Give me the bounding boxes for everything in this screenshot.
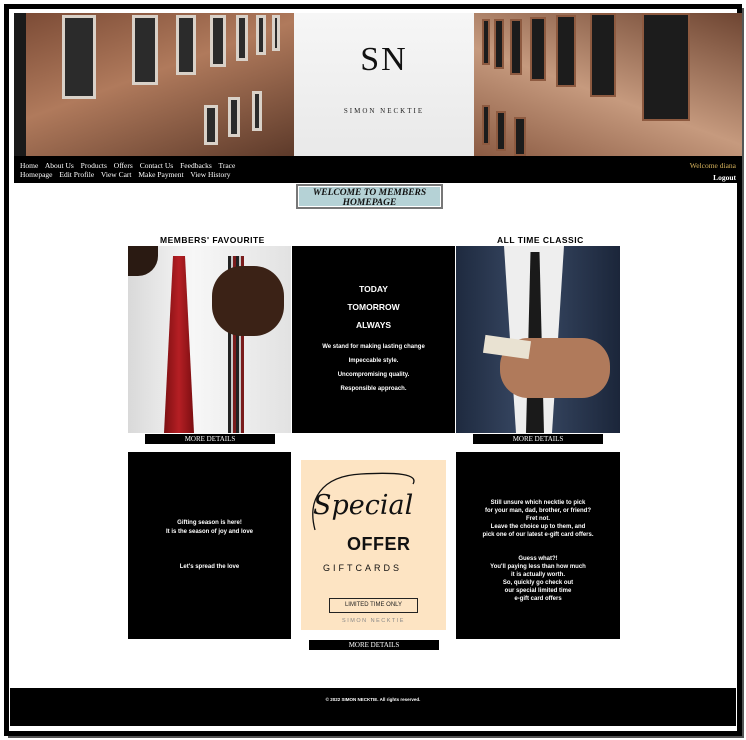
value-line-today: TODAY — [359, 284, 388, 294]
more-details-button[interactable]: MORE DETAILS — [473, 434, 603, 444]
promo-text-line: Fret not. — [526, 516, 550, 522]
nav-row-member: Homepage Edit Profile View Cart Make Pay… — [20, 170, 236, 179]
promo-text-line: Leave the choice up to them, and — [490, 524, 586, 530]
logo-area: SN SIMON NECKTIE — [294, 13, 474, 156]
window — [556, 15, 576, 87]
window — [132, 15, 158, 85]
promo-text-line: You'll paying less than how much — [490, 564, 586, 570]
promo-text-line: pick one of our latest e-gift card offer… — [482, 532, 594, 538]
logout-link[interactable]: Logout — [713, 173, 736, 182]
building-right-image — [474, 13, 742, 156]
brand-values-panel: TODAY TOMORROW ALWAYS We stand for makin… — [292, 246, 455, 433]
value-line-always: ALWAYS — [355, 320, 392, 330]
nav-home[interactable]: Home — [20, 161, 38, 170]
page-title: WELCOME TO MEMBERS HOMEPAGE — [296, 184, 443, 209]
window — [530, 17, 546, 81]
offer-script-title: Special — [313, 490, 414, 521]
promo-text-line: So, quickly go check out — [502, 580, 574, 586]
nav-feedbacks[interactable]: Feedbacks — [180, 161, 212, 170]
nav-products[interactable]: Products — [81, 161, 107, 170]
window — [204, 105, 218, 145]
building-left-image — [14, 13, 294, 156]
special-offer-card[interactable]: Special OFFER GIFTCARDS LIMITED TIME ONL… — [301, 460, 446, 630]
window — [252, 91, 262, 131]
nav-view-cart[interactable]: View Cart — [101, 170, 132, 179]
promo-text-line: it is actually worth. — [510, 572, 565, 578]
more-details-button[interactable]: MORE DETAILS — [309, 640, 439, 650]
more-details-button[interactable]: MORE DETAILS — [145, 434, 275, 444]
header-banner: SN SIMON NECKTIE — [14, 13, 742, 156]
window — [642, 13, 690, 121]
window — [496, 111, 506, 151]
window — [494, 19, 504, 69]
gifting-season-panel: Gifting season is here! It is the season… — [128, 452, 291, 639]
section-title-all-time-classic: ALL TIME CLASSIC — [497, 235, 584, 245]
window — [482, 19, 490, 65]
ecard-promo-panel: Still unsure which necktie to pick for y… — [456, 452, 620, 639]
navigation-bar: Home About Us Products Offers Contact Us… — [14, 156, 742, 183]
nav-contact-us[interactable]: Contact Us — [140, 161, 174, 170]
window — [482, 105, 490, 145]
offer-brand: SIMON NECKTIE — [342, 618, 405, 624]
value-body-line: We stand for making lasting change — [322, 344, 425, 350]
window — [210, 15, 226, 67]
product-image-black-tie[interactable] — [456, 246, 620, 433]
building-edge — [14, 13, 26, 156]
promo-text-line: e-gift card offers — [514, 596, 562, 602]
promo-text-line: Still unsure which necktie to pick — [490, 500, 586, 506]
welcome-user-text: Welcome diana — [689, 161, 736, 170]
window — [236, 15, 248, 61]
window — [590, 13, 616, 97]
nav-trace[interactable]: Trace — [219, 161, 236, 170]
limited-time-button[interactable]: LIMITED TIME ONLY — [329, 598, 418, 613]
gift-text-line: Let's spread the love — [179, 564, 240, 570]
gift-text-line: It is the season of joy and love — [165, 529, 254, 535]
value-body-line: Impeccable style. — [348, 358, 399, 364]
product-image-red-tie[interactable] — [128, 246, 291, 433]
nav-row-main: Home About Us Products Offers Contact Us… — [20, 161, 240, 170]
nav-edit-profile[interactable]: Edit Profile — [59, 170, 94, 179]
hand-shape — [212, 266, 284, 336]
section-title-members-favourite: MEMBERS' FAVOURITE — [160, 235, 265, 245]
promo-text-line: Guess what?! — [518, 556, 558, 562]
nav-view-history[interactable]: View History — [190, 170, 230, 179]
brand-monogram: SN — [360, 41, 408, 78]
value-line-tomorrow: TOMORROW — [347, 302, 400, 312]
nav-about-us[interactable]: About Us — [45, 161, 74, 170]
window — [176, 15, 196, 75]
nav-offers[interactable]: Offers — [114, 161, 133, 170]
offer-subheading: GIFTCARDS — [323, 563, 403, 573]
window — [62, 15, 96, 99]
gift-text-line: Gifting season is here! — [177, 520, 242, 526]
window — [256, 15, 266, 55]
window — [228, 97, 240, 137]
brand-name: SIMON NECKTIE — [343, 107, 425, 115]
window — [510, 19, 522, 75]
window — [514, 117, 526, 156]
value-body-line: Responsible approach. — [340, 386, 407, 392]
offer-heading: OFFER — [347, 534, 411, 554]
copyright-text: © 2022 SIMON NECKTIE. All rights reserve… — [325, 697, 421, 702]
nav-homepage[interactable]: Homepage — [20, 170, 53, 179]
window — [272, 15, 280, 51]
nav-make-payment[interactable]: Make Payment — [138, 170, 183, 179]
footer: © 2022 SIMON NECKTIE. All rights reserve… — [10, 688, 736, 726]
value-body-line: Uncompromising quality. — [337, 372, 410, 378]
promo-text-line: for your man, dad, brother, or friend? — [484, 508, 591, 514]
promo-text-line: our special limited time — [504, 588, 572, 594]
